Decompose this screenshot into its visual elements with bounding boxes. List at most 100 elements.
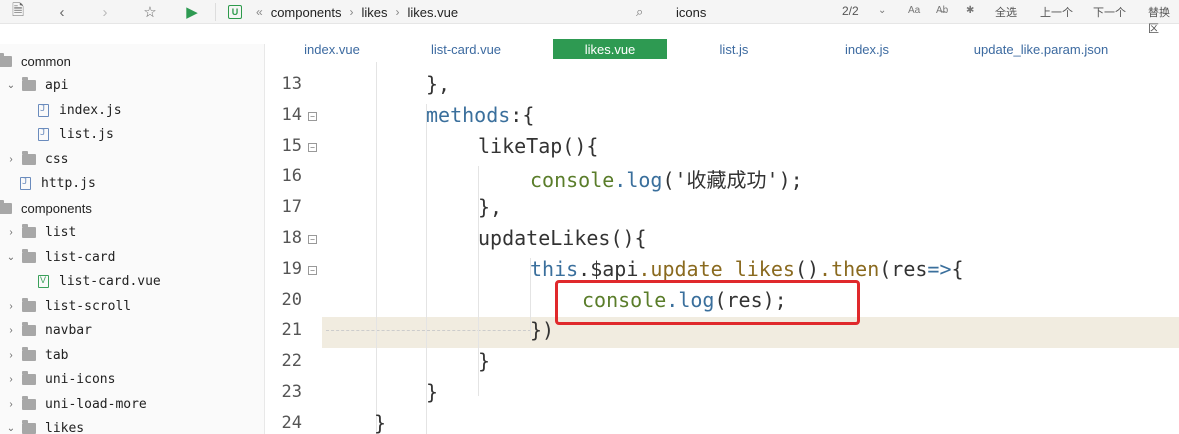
- tab-list-card-vue[interactable]: list-card.vue: [416, 39, 516, 59]
- line-number: 13: [281, 74, 302, 94]
- next-match-button[interactable]: 下一个: [1093, 4, 1126, 20]
- breadcrumb-chevron-icon: «: [256, 5, 263, 19]
- tab-index-vue[interactable]: index.vue: [296, 39, 368, 59]
- tab-likes-vue[interactable]: likes.vue: [553, 39, 667, 59]
- tree-item[interactable]: › tab: [4, 344, 68, 366]
- current-line-indent-marker: [326, 330, 531, 331]
- chevron-down-icon[interactable]: ⌄: [4, 80, 18, 91]
- match-count: 2/2: [842, 4, 859, 18]
- save-icon[interactable]: 🗎: [8, 2, 28, 22]
- chevron-right-icon[interactable]: ›: [4, 154, 18, 165]
- code-line[interactable]: updateLikes(){: [478, 226, 647, 250]
- folder-icon: [22, 322, 36, 336]
- match-case-icon[interactable]: Aa: [908, 5, 920, 16]
- chevron-right-icon[interactable]: ›: [4, 227, 18, 238]
- tree-item-label: list.js: [59, 127, 114, 142]
- tree-item-label: navbar: [45, 323, 92, 338]
- chevron-right-icon[interactable]: ›: [4, 301, 18, 312]
- tree-item-label: api: [45, 78, 69, 93]
- tab-update-like-param-json[interactable]: update_like.param.json: [956, 39, 1126, 59]
- code-line[interactable]: }: [478, 349, 490, 373]
- line-number: 14: [281, 104, 302, 125]
- chevron-down-icon[interactable]: ⌄: [4, 423, 18, 434]
- select-all-button[interactable]: 全选: [995, 4, 1017, 20]
- star-icon[interactable]: ☆: [140, 2, 160, 22]
- top-toolbar: 🗎 ‹ › ☆ ▶ U « components › likes › likes…: [0, 0, 1179, 35]
- folder-icon: [22, 297, 36, 312]
- replace-button[interactable]: 替换区: [1148, 4, 1179, 36]
- code-line[interactable]: methods:{: [426, 103, 534, 127]
- line-number: 18: [281, 228, 302, 248]
- code-line[interactable]: this.$api.update_likes().then(res=>{: [530, 257, 964, 281]
- tree-item[interactable]: components: [0, 197, 92, 219]
- whole-word-icon[interactable]: A̶b: [936, 5, 948, 16]
- editor-tabs: index.vue list-card.vue likes.vue list.js in…: [266, 36, 1179, 62]
- code-line[interactable]: likeTap(){: [478, 134, 598, 158]
- tree-item[interactable]: › uni-icons: [4, 369, 115, 391]
- tree-item-label: list: [45, 225, 77, 240]
- chevron-right-icon[interactable]: ›: [4, 399, 18, 410]
- tree-item[interactable]: ⌄ likes: [4, 418, 84, 434]
- fold-toggle-icon[interactable]: −: [308, 142, 317, 152]
- code-line[interactable]: },: [478, 195, 502, 219]
- chevron-down-icon[interactable]: ⌄: [878, 5, 886, 16]
- line-number: 19: [281, 258, 302, 279]
- fold-toggle-icon[interactable]: −: [308, 265, 317, 275]
- tab-list-js[interactable]: list.js: [704, 39, 764, 59]
- tree-item-label: uni-load-more: [45, 396, 147, 412]
- breadcrumb-item[interactable]: likes.vue: [408, 5, 459, 20]
- tree-item[interactable]: › list-scroll: [4, 295, 131, 317]
- tree-item[interactable]: ⌄ api: [4, 75, 68, 97]
- code-editor[interactable]: 13}, 14− methods:{15− likeTap(){16 console.l…: [266, 62, 1179, 434]
- line-number: 20: [281, 289, 302, 310]
- folder-icon: [22, 150, 36, 165]
- tree-item-label: list-card: [45, 249, 116, 265]
- tree-item-label: css: [45, 151, 69, 167]
- tree-item[interactable]: › uni-load-more: [4, 393, 147, 415]
- code-line[interactable]: console.log('收藏成功');: [530, 164, 803, 193]
- fold-toggle-icon[interactable]: −: [308, 111, 317, 121]
- code-line[interactable]: }: [374, 411, 386, 434]
- tree-item-label: list-scroll: [45, 298, 132, 314]
- back-icon[interactable]: ‹: [52, 2, 72, 22]
- tree-item[interactable]: http.js: [20, 173, 96, 195]
- tree-item-label: list-card.vue: [59, 274, 161, 289]
- line-number: 17: [281, 197, 302, 218]
- line-number: 21: [281, 320, 302, 341]
- folder-icon: [22, 77, 36, 91]
- tree-item[interactable]: ⌄ list-card: [4, 246, 115, 268]
- prev-match-button[interactable]: 上一个: [1040, 4, 1073, 20]
- chevron-right-icon[interactable]: ›: [4, 374, 18, 385]
- fold-toggle-icon[interactable]: −: [308, 235, 317, 244]
- code-line[interactable]: }): [530, 318, 554, 342]
- folder-icon: [0, 199, 12, 214]
- tab-index-js[interactable]: index.js: [832, 39, 902, 59]
- tree-item[interactable]: › css: [4, 148, 68, 170]
- breadcrumb-item[interactable]: likes: [362, 5, 388, 20]
- line-number: 24: [281, 412, 302, 433]
- annotation-highlight-box: [555, 280, 860, 325]
- project-explorer: common ⌄ api index.js list.js › css http.jscomp…: [0, 44, 265, 434]
- forward-icon[interactable]: ›: [95, 2, 115, 22]
- folder-icon: [22, 248, 36, 263]
- tree-item[interactable]: index.js: [38, 99, 122, 121]
- tree-item[interactable]: common: [0, 50, 71, 72]
- tree-item[interactable]: › list: [4, 222, 76, 244]
- vue-file-icon: [38, 275, 49, 288]
- code-line[interactable]: },: [426, 72, 450, 96]
- chevron-right-icon[interactable]: ›: [4, 350, 18, 361]
- tree-item[interactable]: list-card.vue: [38, 271, 161, 293]
- regex-icon[interactable]: ✱: [966, 5, 974, 16]
- tree-item-label: tab: [45, 347, 69, 363]
- chevron-down-icon[interactable]: ⌄: [4, 252, 18, 263]
- breadcrumb-item[interactable]: components: [271, 5, 342, 20]
- tree-item[interactable]: › navbar: [4, 320, 92, 342]
- chevron-right-icon[interactable]: ›: [4, 325, 18, 336]
- code-line[interactable]: }: [426, 380, 438, 404]
- find-bar[interactable]: ⌕ icons: [636, 2, 706, 22]
- search-input[interactable]: icons: [676, 5, 706, 20]
- js-file-icon: [38, 128, 49, 141]
- folder-icon: [22, 420, 36, 434]
- tree-item[interactable]: list.js: [38, 124, 114, 146]
- run-icon[interactable]: ▶: [182, 2, 202, 22]
